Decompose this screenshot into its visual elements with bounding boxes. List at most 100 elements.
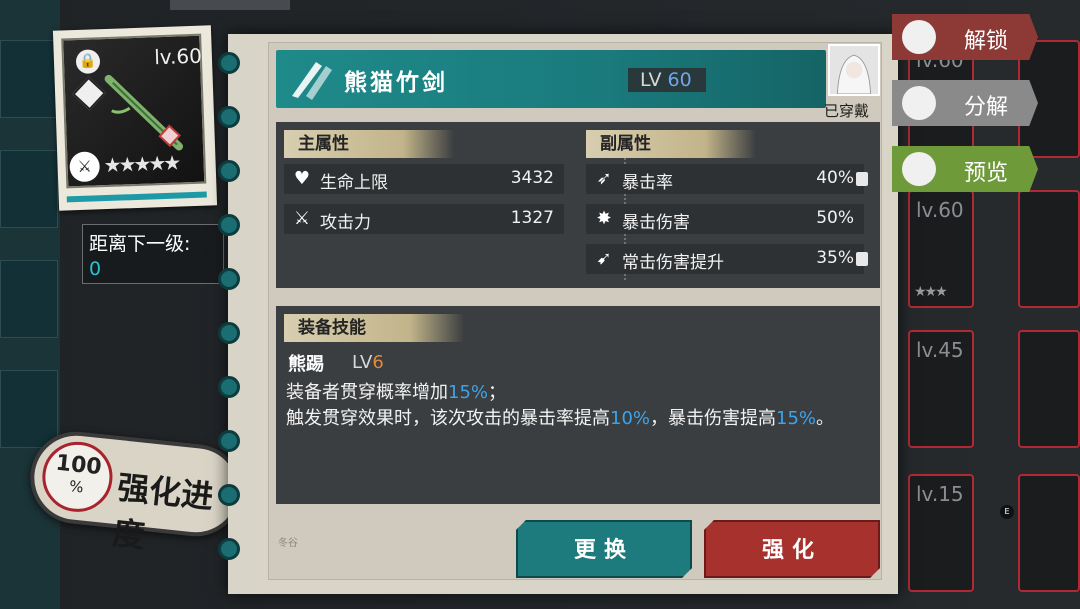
skill-description-line: 触发贯穿效果时，该次攻击的暴击率提高10%，暴击伤害提高15%。 (286, 406, 870, 432)
inventory-card[interactable] (1018, 190, 1080, 308)
binding-ring (218, 268, 240, 290)
equipment-card: 🔒 lv.60 ⚔ ★★★★★ (52, 25, 218, 211)
equipment-level: LV 60 (628, 68, 706, 92)
heart-icon: ♥ (293, 168, 311, 189)
crit-rate-icon: ➶ (596, 168, 612, 189)
skill-title: 装备技能 (284, 314, 464, 342)
unlock-icon (902, 20, 936, 54)
next-level-value: 0 (89, 258, 102, 280)
inventory-card-level: lv.15 (916, 482, 964, 506)
inventory-card[interactable] (1018, 330, 1080, 448)
e-marker: E (1000, 505, 1014, 519)
lock-icon[interactable] (856, 252, 868, 266)
replace-button[interactable]: 更换 (516, 520, 692, 578)
stat-row: ➹ 常击伤害提升 35% (586, 244, 868, 274)
stats-box: 主属性 ♥ 生命上限 3432 ⚔ 攻击力 1327 副属性 ➶ 暴击率 40%… (276, 122, 880, 288)
next-level-label: 距离下一级: (89, 233, 191, 255)
lock-icon[interactable] (856, 172, 868, 186)
inventory-card[interactable]: lv.45 (908, 330, 974, 448)
skill-text: ，暴击伤害提高 (650, 408, 777, 429)
binding-ring (218, 160, 240, 182)
binding-ring (218, 376, 240, 398)
inventory-slot[interactable] (0, 370, 58, 448)
skill-highlight: 15% (448, 382, 489, 403)
skill-level-value: 6 (372, 352, 384, 373)
binding-ring (218, 106, 240, 128)
skill-highlight: 10% (610, 408, 651, 429)
dismantle-icon (902, 86, 936, 120)
character-portrait-icon (830, 46, 878, 94)
stat-row: ✸ 暴击伤害 50% (586, 204, 864, 234)
skill-highlight: 15% (776, 408, 817, 429)
stat-value: 3432 (510, 168, 554, 188)
next-level-info: 距离下一级: 0 (82, 224, 224, 284)
progress-circle: 100 % (38, 438, 116, 516)
stat-value: 50% (816, 208, 854, 228)
stat-row: ♥ 生命上限 3432 (284, 164, 564, 194)
skill-name: 熊踢 (288, 354, 324, 375)
enhance-button[interactable]: 强化 (704, 520, 880, 578)
stat-name: 攻击力 (320, 213, 371, 233)
stat-name: 暴击率 (622, 173, 673, 193)
preview-button[interactable]: 预览 (892, 146, 1038, 192)
skill-level: LV6 (352, 352, 384, 373)
preview-icon (902, 152, 936, 186)
unlock-button[interactable]: 解锁 (892, 14, 1038, 60)
binding-ring (218, 52, 240, 74)
inventory-card[interactable]: lv.15 (908, 474, 974, 592)
inventory-card[interactable]: lv.60 ★★★ (908, 190, 974, 308)
dismantle-label: 分解 (964, 95, 1009, 120)
dismantle-button[interactable]: 分解 (892, 80, 1038, 126)
main-stats-title: 主属性 (284, 130, 454, 158)
equipment-detail-panel: 熊猫竹剑 LV 60 已穿戴 主属性 ♥ 生命上限 3432 ⚔ 攻击力 132… (218, 34, 898, 594)
binding-ring (218, 484, 240, 506)
experience-bar (66, 191, 207, 203)
inventory-slot[interactable] (0, 150, 58, 228)
skill-description-line: 装备者贯穿概率增加15%； (286, 380, 870, 406)
stat-row: ⚔ 攻击力 1327 (284, 204, 564, 234)
equipment-level-word: LV (640, 69, 662, 91)
binding-ring (218, 538, 240, 560)
top-status-bar (170, 0, 290, 10)
inventory-card[interactable] (1018, 474, 1080, 592)
inventory-slot[interactable] (0, 260, 58, 338)
unlock-label: 解锁 (964, 29, 1009, 54)
stat-row: ➶ 暴击率 40% (586, 164, 868, 194)
inventory-slot[interactable] (0, 40, 58, 118)
stat-name: 暴击伤害 (622, 213, 690, 233)
sub-stats-title: 副属性 (586, 130, 756, 158)
rarity-stars: ★★★★★ (103, 150, 179, 178)
skill-text: 装备者贯穿概率增加 (286, 382, 448, 403)
inventory-card-stars: ★★★ (914, 284, 948, 300)
inventory-card-level: lv.45 (916, 338, 964, 362)
notebook-binding (218, 34, 248, 594)
skill-level-word: LV (352, 352, 373, 373)
preview-label: 预览 (964, 161, 1009, 186)
equipment-card-level: lv.60 (153, 43, 203, 70)
stat-value: 35% (816, 248, 854, 268)
skill-text: ； (488, 382, 507, 403)
binding-ring (218, 322, 240, 344)
crossed-swords-icon: ⚔ (293, 208, 311, 229)
equipment-title-bar: 熊猫竹剑 LV 60 (276, 50, 826, 108)
skill-description: 装备者贯穿概率增加15%； 触发贯穿效果时，该次攻击的暴击率提高10%，暴击伤害… (286, 380, 870, 432)
skill-text: 触发贯穿效果时，该次攻击的暴击率提高 (286, 408, 610, 429)
damage-boost-icon: ➹ (596, 248, 612, 269)
equipped-character-avatar[interactable] (828, 44, 880, 96)
equipped-caption: 已穿戴 (824, 102, 870, 120)
footer-stamp: 冬谷 (278, 538, 298, 549)
stat-name: 常击伤害提升 (622, 253, 724, 273)
sword-class-icon (292, 62, 332, 100)
bamboo-sword-icon (104, 74, 184, 151)
inventory-left-column (0, 0, 60, 609)
stat-name: 生命上限 (320, 173, 388, 193)
skill-text: 。 (816, 408, 835, 429)
stat-value: 1327 (510, 208, 554, 228)
binding-ring (218, 430, 240, 452)
crit-damage-icon: ✸ (596, 208, 612, 229)
binding-ring (218, 214, 240, 236)
equipment-level-value: 60 (667, 69, 692, 91)
skill-box: 装备技能 熊踢 LV6 装备者贯穿概率增加15%； 触发贯穿效果时，该次攻击的暴… (276, 306, 880, 504)
stat-value: 40% (816, 168, 854, 188)
equipment-name: 熊猫竹剑 (344, 69, 448, 96)
